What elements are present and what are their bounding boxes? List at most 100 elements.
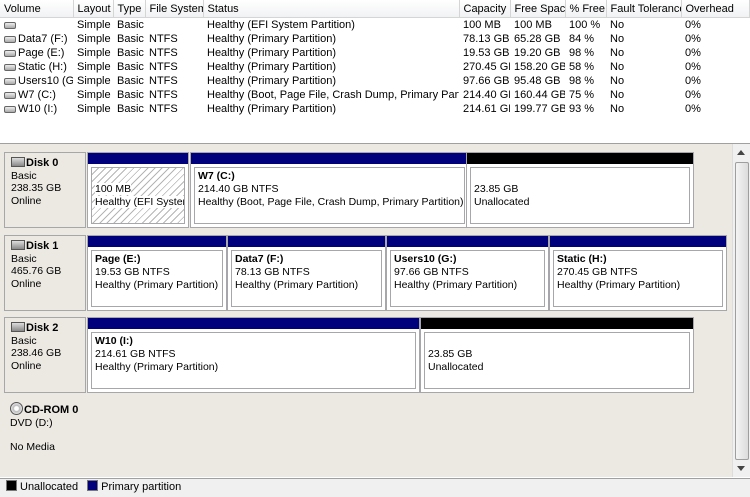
disk-map-scrollbar[interactable] (732, 144, 750, 477)
scrollbar-thumb[interactable] (735, 162, 749, 460)
partition[interactable]: Users10 (G:) 97.66 GB NTFS Healthy (Primar… (386, 235, 549, 311)
disk-label[interactable]: Disk 0 Basic 238.35 GB Online (4, 152, 86, 228)
hard-disk-icon (11, 157, 25, 167)
partition-size-text: 100 MB (95, 183, 132, 195)
column-header-free-space[interactable]: Free Space (510, 0, 566, 18)
legend-primary: Primary partition (101, 481, 182, 493)
partition-size: 214.61 GB NTFS (95, 348, 415, 361)
cell-overhead: 0% (685, 61, 701, 73)
volume-row[interactable]: Data7 (F:) Simple Basic NTFS Healthy (Primar… (0, 32, 749, 46)
partition-title: W7 (C:) (198, 170, 464, 183)
partition[interactable]: W10 (I:) 214.61 GB NTFS Healthy (Primary P… (87, 317, 420, 393)
cell-percent-free: 93 % (569, 103, 595, 115)
primary-partition-bar (387, 236, 548, 247)
volume-row[interactable]: Static (H:) Simple Basic NTFS Healthy (Prima… (0, 60, 749, 74)
partition-status-text: Healthy (Primary Partition) (95, 361, 219, 373)
drive-icon (4, 35, 16, 43)
partition-size-text: 19.53 GB NTFS (95, 266, 170, 278)
drive-icon (4, 77, 16, 85)
partition-content: Static (H:) 270.45 GB NTFS Healthy (Primar… (553, 250, 723, 307)
partition-size: 100 MB (95, 183, 184, 196)
partition-content: Data7 (F:) 78.13 GB NTFS Healthy (Primary … (231, 250, 382, 307)
unallocated-partition[interactable]: 23.85 GB Unallocated (420, 317, 694, 393)
drive-icon (4, 105, 16, 113)
volume-row[interactable]: Page (E:) Simple Basic NTFS Healthy (Primary… (0, 46, 749, 60)
partition-size: 214.40 GB NTFS (198, 183, 464, 196)
column-header-layout[interactable]: Layout (73, 0, 114, 18)
partition-size-text: 214.61 GB NTFS (95, 348, 176, 360)
partition-size: 23.85 GB (474, 183, 689, 196)
disk-label[interactable]: Disk 1 Basic 465.76 GB Online (4, 235, 86, 311)
cell-free-space: 158.20 GB (514, 61, 565, 73)
cell-layout: Simple (77, 47, 111, 59)
column-header-capacity[interactable]: Capacity (459, 0, 511, 18)
cell-capacity: 19.53 GB (463, 47, 510, 59)
cell-type: Basic (117, 89, 144, 101)
volume-row[interactable]: Users10 (G:) Simple Basic NTFS Healthy (Prim… (0, 74, 749, 88)
partition-size: 97.66 GB NTFS (394, 266, 544, 279)
volume-row[interactable]: Simple Basic Healthy (EFI System Partition… (0, 18, 749, 33)
volume-name: Data7 (F:) (18, 33, 68, 45)
volume-row[interactable]: W10 (I:) Simple Basic NTFS Healthy (Primary … (0, 102, 749, 116)
cell-capacity: 97.66 GB (463, 75, 510, 87)
disk-label[interactable]: Disk 2 Basic 238.46 GB Online (4, 317, 86, 393)
volume-name: W7 (C:) (18, 89, 56, 101)
partition-status: Healthy (Primary Partition) (557, 279, 722, 292)
unallocated-partition[interactable]: 23.85 GB Unallocated (466, 152, 694, 228)
cell-status: Healthy (Boot, Page File, Crash Dump, Pr… (207, 89, 459, 101)
partition-spacer (95, 170, 184, 183)
partition-title: Data7 (F:) (235, 253, 381, 266)
partition-size: 270.45 GB NTFS (557, 266, 722, 279)
partition-name: Page (E:) (95, 253, 141, 265)
partition-size-text: 97.66 GB NTFS (394, 266, 469, 278)
partition[interactable]: 100 MB Healthy (EFI System (87, 152, 189, 228)
column-header-status[interactable]: Status (203, 0, 460, 18)
partition[interactable]: Static (H:) 270.45 GB NTFS Healthy (Primar… (549, 235, 727, 311)
cell-volume: W7 (C:) (0, 88, 73, 102)
cell-overhead: 0% (685, 33, 701, 45)
cell-free-space: 100 MB (514, 19, 552, 31)
scroll-down-icon[interactable] (737, 466, 745, 471)
cdrom-row: CD-ROM 0 DVD (D:) No Media (4, 398, 728, 477)
disk-type: Basic (11, 169, 37, 182)
column-header-percent-free[interactable]: % Free (565, 0, 607, 18)
cdrom-label[interactable]: CD-ROM 0 DVD (D:) No Media (4, 398, 86, 477)
cell-fault-tolerance: No (610, 89, 625, 101)
cell-volume: Page (E:) (0, 46, 73, 60)
cell-type: Basic (117, 33, 144, 45)
column-header-volume[interactable]: Volume (0, 0, 74, 18)
column-header-overhead[interactable]: Overhead (681, 0, 750, 18)
partition[interactable]: Data7 (F:) 78.13 GB NTFS Healthy (Primary … (227, 235, 386, 311)
column-header-file-system[interactable]: File System (145, 0, 204, 18)
cell-file-system: NTFS (149, 89, 178, 101)
cell-free-space: 160.44 GB (514, 89, 565, 101)
drive-icon (4, 63, 16, 71)
primary-partition-swatch-icon (87, 480, 99, 491)
partition-name: Static (H:) (557, 253, 607, 265)
column-header-fault-tolerance[interactable]: Fault Tolerance (606, 0, 682, 18)
cell-file-system: NTFS (149, 33, 178, 45)
cell-status: Healthy (Primary Partition) (207, 75, 336, 87)
primary-partition-bar (88, 318, 419, 329)
cell-fault-tolerance: No (610, 61, 625, 73)
volume-row[interactable]: W7 (C:) Simple Basic NTFS Healthy (Boot, Pag… (0, 88, 749, 102)
partition[interactable]: Page (E:) 19.53 GB NTFS Healthy (Primary P… (87, 235, 227, 311)
cell-type: Basic (117, 47, 144, 59)
partition-size: 78.13 GB NTFS (235, 266, 381, 279)
partition[interactable]: W7 (C:) 214.40 GB NTFS Healthy (Boot, Page… (190, 152, 469, 228)
column-header-type[interactable]: Type (113, 0, 146, 18)
cell-percent-free: 100 % (569, 19, 601, 31)
partition-name: W7 (C:) (198, 170, 235, 182)
cell-file-system: NTFS (149, 103, 178, 115)
cell-layout: Simple (77, 103, 111, 115)
partition-status-text: Unallocated (474, 196, 530, 208)
partition-size: 19.53 GB NTFS (95, 266, 222, 279)
partition-status: Healthy (Primary Partition) (95, 279, 222, 292)
cdrom-name: CD-ROM 0 (24, 404, 79, 416)
cell-layout: Simple (77, 75, 111, 87)
cell-capacity: 78.13 GB (463, 33, 510, 45)
volume-name: Page (E:) (18, 47, 65, 59)
cell-layout: Simple (77, 61, 111, 73)
partition-status-text: Healthy (Primary Partition) (235, 279, 359, 291)
scroll-up-icon[interactable] (737, 150, 745, 155)
